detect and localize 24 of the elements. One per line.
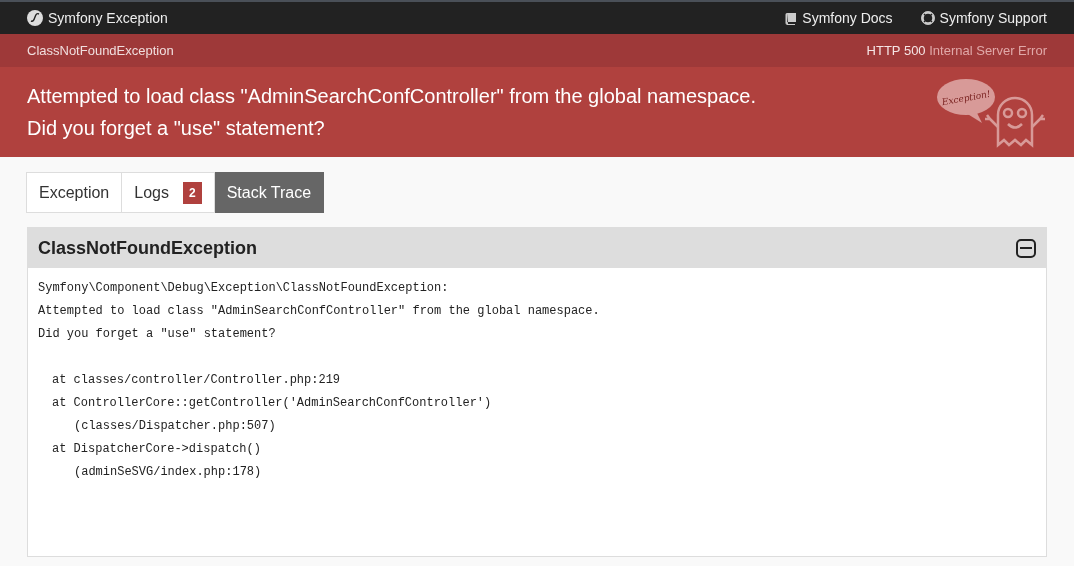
trace-location: (adminSeSVG/index.php:178)	[73, 464, 262, 481]
tab[interactable]: Stack Trace	[214, 172, 325, 213]
symfony-logo-icon	[27, 10, 43, 26]
trace-line: at ControllerCore::getController('AdminSearchConfController')	[51, 395, 492, 412]
nav-link[interactable]: Symfony Docs	[784, 7, 893, 29]
tab[interactable]: Exception	[26, 172, 123, 213]
code-line: Attempted to load class "AdminSearchConfController" from the global namespace.	[38, 303, 600, 320]
nav-link[interactable]: Symfony Support	[920, 7, 1047, 29]
count-badge: 2	[182, 181, 202, 204]
code-line: Did you forget a "use" statement?	[38, 326, 276, 343]
panel-title: ClassNotFoundException	[38, 236, 257, 260]
collapse-toggle[interactable]	[1016, 238, 1036, 258]
lifebuoy-icon	[920, 11, 935, 25]
exception-class: ClassNotFoundException	[27, 41, 174, 60]
app-title: Symfony Exception	[48, 8, 168, 28]
http-status: HTTP 500 Internal Server Error	[866, 41, 1047, 60]
trace-line: at DispatcherCore->dispatch()	[51, 441, 261, 458]
ghost-mascot-drawing: Exception!	[936, 75, 1054, 150]
trace-line: at classes/controller/Controller.php:219	[51, 372, 341, 389]
error-message: Attempted to load class "AdminSearchConfController" from the global namespace. Did you forget a "use" statement?	[27, 84, 756, 141]
book-icon	[784, 11, 798, 25]
tab[interactable]: Logs 2	[122, 172, 215, 213]
code-line: Symfony\Component\Debug\Exception\ClassNotFoundException:	[38, 280, 449, 297]
trace-location: (classes/Dispatcher.php:507)	[73, 418, 276, 435]
